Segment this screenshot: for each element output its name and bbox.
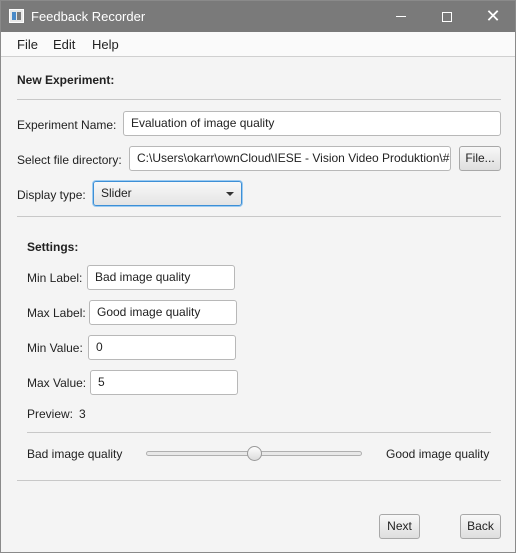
back-button[interactable]: Back (460, 514, 501, 539)
menu-edit[interactable]: Edit (53, 37, 75, 52)
max-label-label: Max Label: (27, 306, 86, 320)
slider-thumb[interactable] (246, 446, 262, 461)
file-directory-label: Select file directory: (17, 153, 122, 167)
min-value-label: Min Value: (27, 341, 83, 355)
window-title: Feedback Recorder (31, 9, 146, 24)
chevron-down-icon (226, 192, 234, 196)
max-label-input[interactable]: Good image quality (89, 300, 237, 325)
slider-max-text: Good image quality (386, 447, 490, 461)
preview-label: Preview: (27, 407, 74, 421)
minimize-icon (396, 16, 406, 17)
min-value-input[interactable]: 0 (88, 335, 236, 360)
file-browse-button[interactable]: File... (459, 146, 501, 171)
app-icon (9, 9, 24, 23)
slider-min-text: Bad image quality (27, 447, 123, 461)
app-window: Feedback Recorder ✕ File Edit Help New E… (0, 0, 516, 553)
experiment-name-label: Experiment Name: (17, 118, 117, 132)
menu-file[interactable]: File (17, 37, 38, 52)
title-bar[interactable]: Feedback Recorder ✕ (1, 1, 515, 32)
close-icon: ✕ (485, 5, 501, 27)
display-type-value: Slider (101, 186, 132, 200)
menu-bar: File Edit Help (1, 32, 515, 57)
max-value-input[interactable]: 5 (90, 370, 238, 395)
maximize-icon (442, 11, 452, 22)
file-directory-input[interactable]: C:\Users\okarr\ownCloud\IESE - Vision Vi… (129, 146, 451, 171)
minimize-button[interactable] (378, 1, 424, 32)
max-value-label: Max Value: (27, 376, 87, 390)
main-content: New Experiment: Experiment Name: Evaluat… (1, 58, 515, 552)
new-experiment-heading: New Experiment: (17, 73, 115, 87)
min-label-label: Min Label: (27, 271, 83, 285)
experiment-name-input[interactable]: Evaluation of image quality (123, 111, 501, 136)
close-button[interactable]: ✕ (470, 1, 515, 32)
divider (27, 432, 491, 433)
divider (17, 216, 501, 217)
menu-help[interactable]: Help (92, 37, 119, 52)
divider (17, 99, 501, 100)
display-type-label: Display type: (17, 188, 86, 202)
display-type-select[interactable]: Slider (93, 181, 242, 206)
next-button[interactable]: Next (379, 514, 420, 539)
maximize-button[interactable] (424, 1, 470, 32)
preview-value: 3 (79, 407, 86, 421)
min-label-input[interactable]: Bad image quality (87, 265, 235, 290)
settings-heading: Settings: (27, 240, 79, 254)
divider (17, 480, 501, 481)
